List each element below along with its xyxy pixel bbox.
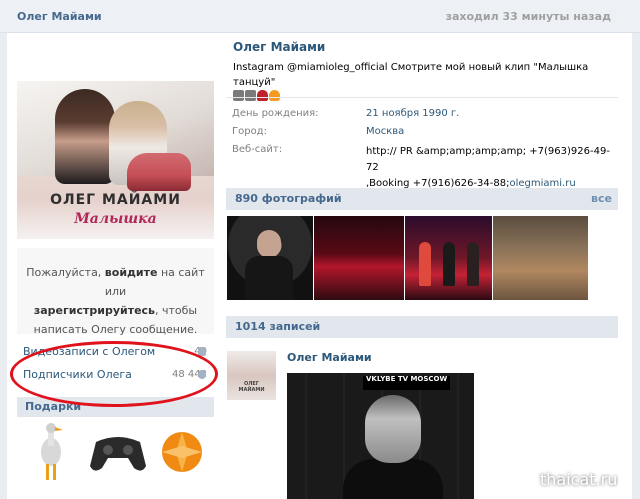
video-camera-emoji-icon — [233, 90, 244, 101]
profile-name: Олег Майами — [233, 40, 326, 54]
website-value: http:// PR &amp;amp;amp;amp; +7(963)926-… — [366, 146, 610, 189]
video-camera-emoji-icon — [245, 90, 256, 101]
gift-goose-icon[interactable] — [36, 422, 66, 484]
city-label: Город: — [232, 126, 267, 137]
posts-header[interactable]: 1014 записей — [226, 316, 618, 338]
profile-status: Instagram @miamioleg_official Смотрите м… — [233, 60, 613, 105]
post-image-tag: VKLYBE TV MOSCOW — [363, 376, 451, 390]
photos-all-link[interactable]: все — [591, 192, 612, 205]
post-author-avatar[interactable]: ОЛЕГ МАЙАМИ — [227, 351, 276, 400]
photo-thumbnail[interactable] — [227, 216, 313, 300]
avatar-subtitle: Малышка — [74, 211, 157, 227]
login-link[interactable]: войдите — [105, 266, 158, 279]
posts-title: 1014 записей — [235, 320, 321, 333]
last-seen-status: заходил 33 минуты назад — [445, 10, 611, 23]
photo-thumbnail[interactable] — [314, 216, 404, 300]
photos-title: 890 фотографий — [235, 192, 342, 205]
avatar-scooter — [127, 153, 191, 191]
gift-orange-icon[interactable] — [154, 426, 210, 476]
fire-emoji-icon — [269, 90, 280, 101]
top-bar: Олег Майами заходил 33 минуты назад — [0, 0, 640, 33]
post-image[interactable]: VKLYBE TV MOSCOW — [287, 373, 474, 499]
website-label: Веб-сайт: — [232, 144, 283, 155]
register-link[interactable]: зарегистрируйтесь — [34, 304, 155, 317]
avatar-person-1 — [55, 89, 115, 184]
top-bar-name[interactable]: Олег Майами — [17, 10, 102, 23]
login-prompt: Пожалуйста, войдите на сайт или зарегист… — [17, 248, 214, 336]
city-value[interactable]: Москва — [366, 126, 404, 137]
profile-avatar[interactable]: ОЛЕГ МАЙАМИ Малышка — [17, 81, 214, 239]
birthday-value[interactable]: 21 ноября 1990 г. — [366, 108, 459, 119]
highlight-oval — [10, 341, 218, 407]
post-author-name[interactable]: Олег Майами — [287, 351, 372, 364]
dancer-emoji-icon — [257, 90, 268, 101]
birthday-label: День рождения: — [232, 108, 319, 119]
gift-gamepad-icon[interactable] — [88, 428, 148, 476]
photo-thumbnail[interactable] — [405, 216, 492, 300]
avatar-title: ОЛЕГ МАЙАМИ — [50, 192, 181, 208]
photos-header[interactable]: 890 фотографий все — [226, 188, 618, 210]
divider — [226, 97, 618, 98]
photo-thumbnail[interactable] — [493, 216, 588, 300]
watermark: thaicat.ru — [540, 470, 618, 489]
